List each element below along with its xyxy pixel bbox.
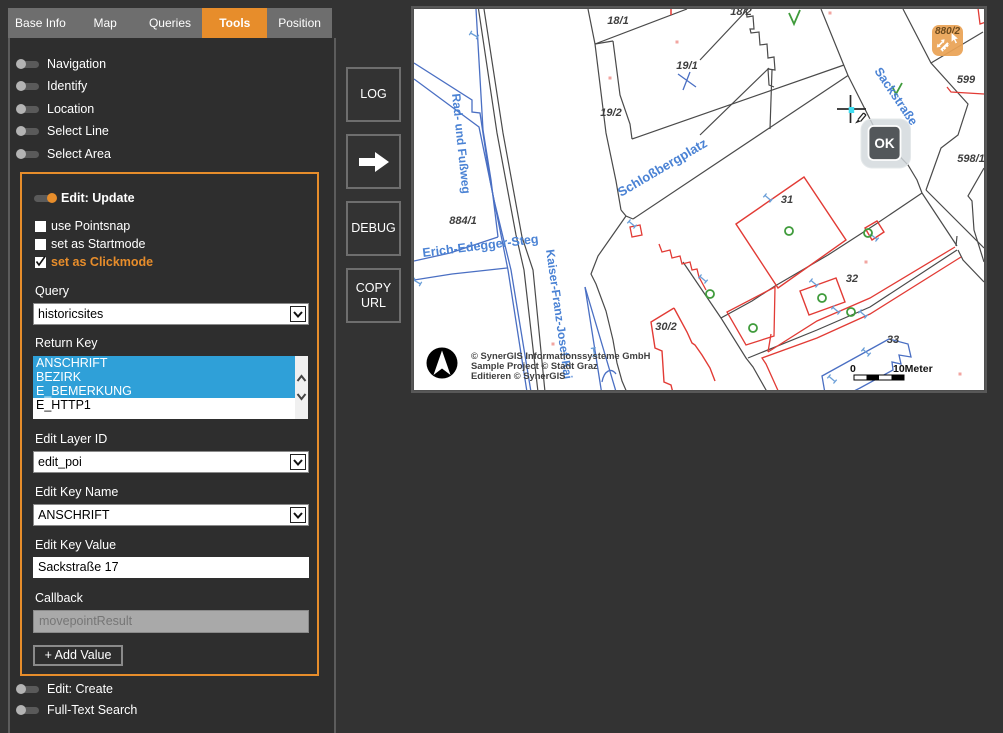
svg-text:598/1: 598/1 [957,153,985,165]
svg-text:884/1: 884/1 [449,215,477,227]
svg-text:30/2: 30/2 [655,321,676,333]
svg-text:33: 33 [887,334,899,346]
svg-text:19/1: 19/1 [676,60,697,72]
svg-text:10Meter: 10Meter [893,363,933,375]
svg-text:0: 0 [850,363,856,375]
svg-text:Editieren © SynerGIS: Editieren © SynerGIS [471,370,565,381]
svg-text:19/2: 19/2 [600,107,621,119]
svg-text:599: 599 [957,74,976,86]
svg-text:18/1: 18/1 [607,15,628,27]
svg-text:OK: OK [874,136,895,151]
svg-text:31: 31 [781,194,793,206]
svg-text:32: 32 [846,273,858,285]
svg-text:880/2: 880/2 [935,26,960,37]
